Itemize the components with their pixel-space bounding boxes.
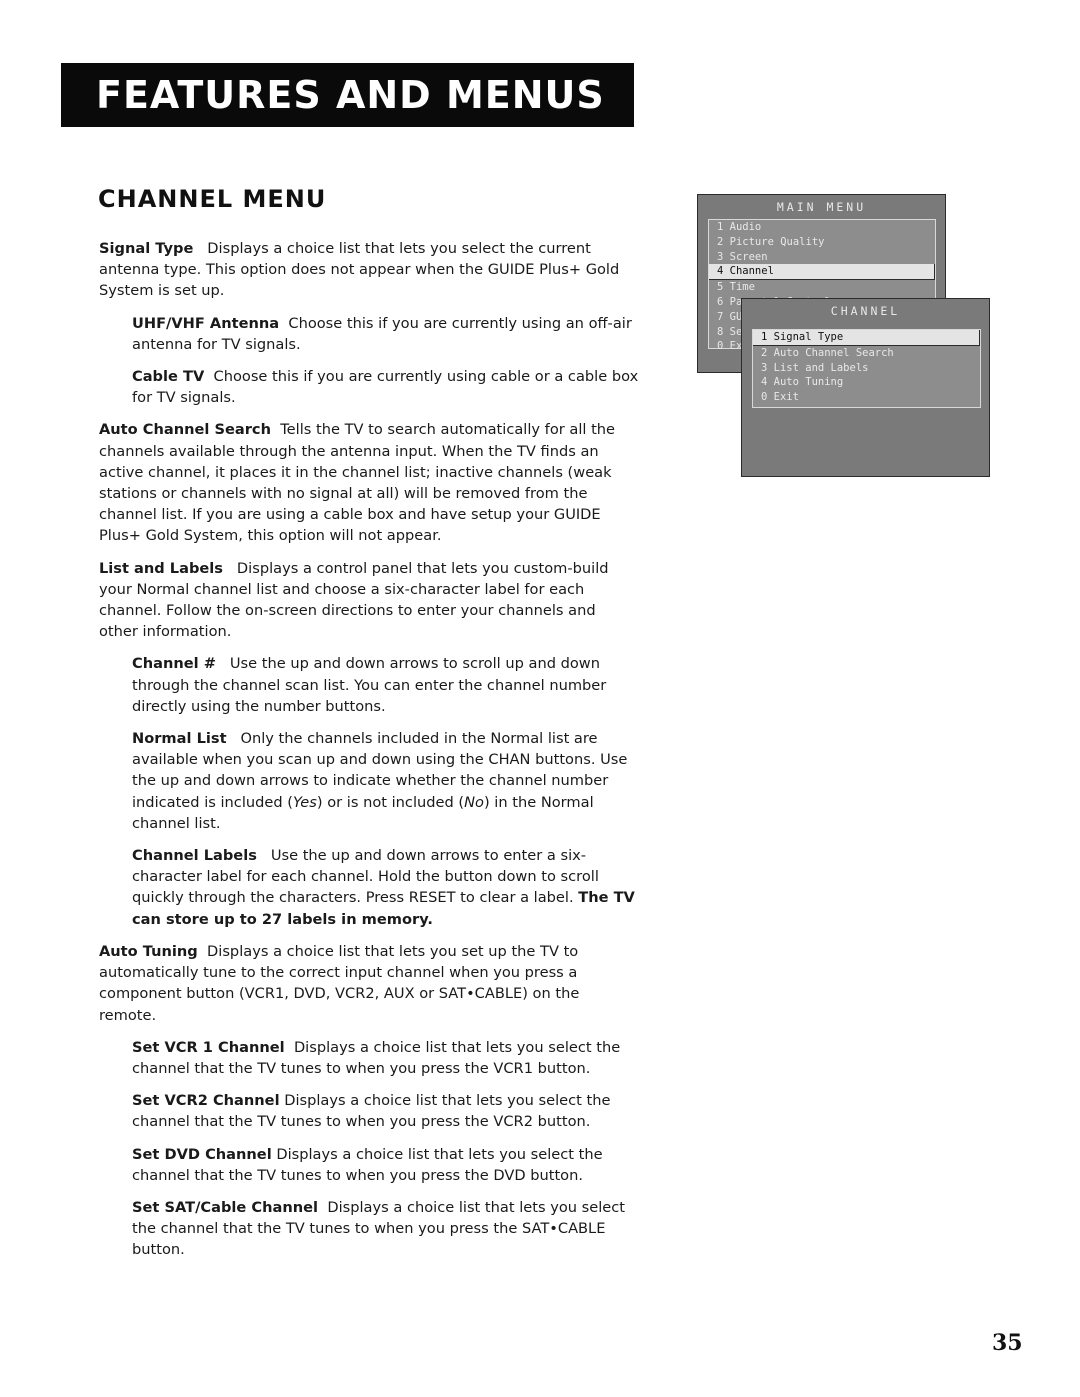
term: Auto Channel Search (99, 421, 271, 439)
section-banner: Features and Menus (61, 63, 634, 127)
main-menu-item-channel[interactable]: 4 Channel (709, 264, 935, 281)
description: ) or is not included ( (316, 793, 465, 811)
channel-menu-item-signal-type[interactable]: 1 Signal Type (753, 330, 980, 346)
page-title: Channel Menu (98, 185, 327, 213)
main-menu-item-picture-quality[interactable]: 2 Picture Quality (709, 235, 935, 250)
term: Set DVD Channel (132, 1145, 272, 1163)
paragraph-uhf-vhf-antenna: UHF/VHF Antenna Choose this if you are c… (132, 313, 639, 355)
channel-menu-list: 1 Signal Type 2 Auto Channel Search 3 Li… (752, 329, 981, 408)
term: Channel # (132, 655, 216, 673)
term: Cable TV (132, 368, 205, 386)
main-menu-item-time[interactable]: 5 Time (709, 280, 935, 295)
channel-menu-screenshot: CHANNEL 1 Signal Type 2 Auto Channel Sea… (741, 298, 990, 477)
term: Channel Labels (132, 847, 257, 865)
paragraph-cable-tv: Cable TV Choose this if you are currentl… (132, 366, 639, 408)
paragraph-channel-labels: Channel Labels Use the up and down arrow… (132, 845, 639, 930)
term: List and Labels (99, 559, 223, 577)
channel-menu-item-exit[interactable]: 0 Exit (753, 390, 980, 405)
term: Set VCR 1 Channel (132, 1038, 285, 1056)
term: Set SAT/Cable Channel (132, 1198, 319, 1216)
body-text: Signal Type Displays a choice list that … (99, 238, 639, 1272)
term: Auto Tuning (99, 942, 198, 960)
main-menu-item-screen[interactable]: 3 Screen (709, 250, 935, 265)
paragraph-channel-number: Channel # Use the up and down arrows to … (132, 653, 639, 717)
paragraph-normal-list: Normal List Only the channels included i… (132, 728, 639, 834)
term: Set VCR2 Channel (132, 1092, 280, 1110)
main-menu-title: MAIN MENU (776, 200, 867, 214)
paragraph-signal-type: Signal Type Displays a choice list that … (99, 238, 639, 302)
channel-menu-item-auto-tuning[interactable]: 4 Auto Tuning (753, 375, 980, 390)
channel-menu-item-auto-channel-search[interactable]: 2 Auto Channel Search (753, 346, 980, 361)
paragraph-auto-channel-search: Auto Channel Search Tells the TV to sear… (99, 419, 639, 546)
main-menu-item-audio[interactable]: 1 Audio (709, 220, 935, 235)
yes-option: Yes (292, 793, 317, 811)
paragraph-list-and-labels: List and Labels Displays a control panel… (99, 558, 639, 643)
channel-menu-item-list-and-labels[interactable]: 3 List and Labels (753, 361, 980, 376)
section-banner-title: Features and Menus (96, 73, 605, 117)
term: UHF/VHF Antenna (132, 314, 280, 332)
term: Normal List (132, 730, 227, 748)
paragraph-set-vcr2-channel: Set VCR2 Channel Displays a choice list … (132, 1090, 639, 1132)
description: Choose this if you are currently using c… (132, 368, 639, 407)
paragraph-set-vcr1-channel: Set VCR 1 Channel Displays a choice list… (132, 1037, 639, 1079)
channel-menu-title: CHANNEL (830, 304, 901, 318)
page-number: 35 (992, 1330, 1023, 1356)
description: Tells the TV to search automatically for… (99, 421, 616, 545)
paragraph-auto-tuning: Auto Tuning Displays a choice list that … (99, 941, 639, 1026)
paragraph-set-sat-cable-channel: Set SAT/Cable Channel Displays a choice … (132, 1197, 639, 1261)
no-option: No (464, 793, 484, 811)
term: Signal Type (99, 240, 194, 257)
paragraph-set-dvd-channel: Set DVD Channel Displays a choice list t… (132, 1144, 639, 1186)
